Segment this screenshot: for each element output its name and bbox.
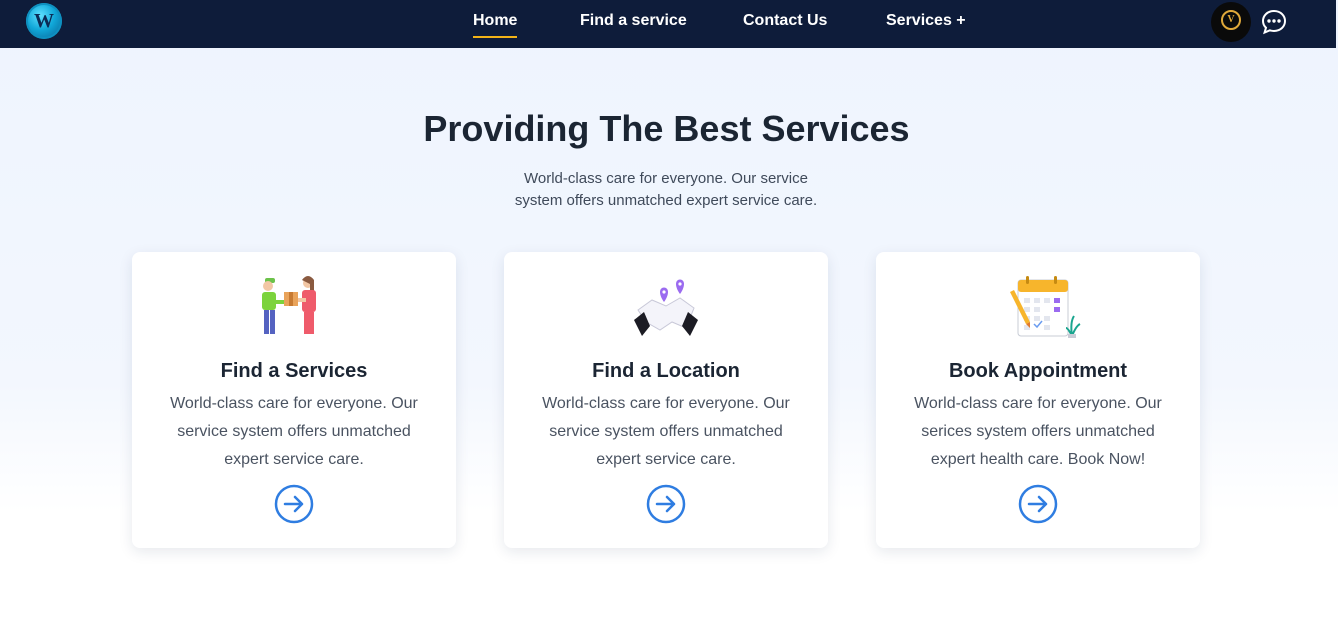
page-title: Providing The Best Services	[423, 108, 910, 149]
page-subtitle: World-class care for everyone. Our servi…	[514, 170, 818, 209]
card-title: Find a Services	[220, 360, 368, 382]
nav-link-contact-us[interactable]: Contact Us	[743, 12, 827, 30]
service-card-find-services: Find a Services World-class care for eve…	[132, 252, 456, 548]
card-description: World-class care for everyone. Our seric…	[914, 395, 1162, 468]
delivery-handoff-illustration	[262, 276, 316, 334]
service-card-book-appointment: Book Appointment World-class care for ev…	[876, 252, 1200, 548]
calendar-booking-illustration	[1010, 276, 1081, 338]
card-description: World-class care for everyone. Our servi…	[170, 395, 418, 468]
chat-bubble-icon[interactable]	[1260, 8, 1288, 36]
avatar-emblem: V	[1221, 10, 1241, 30]
logo-letter: W	[34, 10, 54, 32]
site-logo[interactable]: W	[26, 3, 62, 39]
top-navbar: W Home Find a service Contact Us Service…	[0, 0, 1336, 48]
service-card-find-location: Find a Location World-class care for eve…	[504, 252, 828, 548]
arrow-right-circle-icon[interactable]	[646, 484, 686, 524]
nav-link-services-dropdown[interactable]: Services +	[886, 12, 966, 30]
card-description: World-class care for everyone. Our servi…	[542, 395, 790, 468]
nav-link-home[interactable]: Home	[473, 12, 518, 38]
nav-link-find-a-service[interactable]: Find a service	[580, 12, 687, 30]
arrow-right-circle-icon[interactable]	[1018, 484, 1058, 524]
user-avatar[interactable]: V	[1211, 2, 1251, 42]
card-title: Find a Location	[592, 360, 740, 382]
arrow-right-circle-icon[interactable]	[274, 484, 314, 524]
card-title: Book Appointment	[948, 360, 1128, 382]
map-location-illustration	[634, 279, 698, 336]
